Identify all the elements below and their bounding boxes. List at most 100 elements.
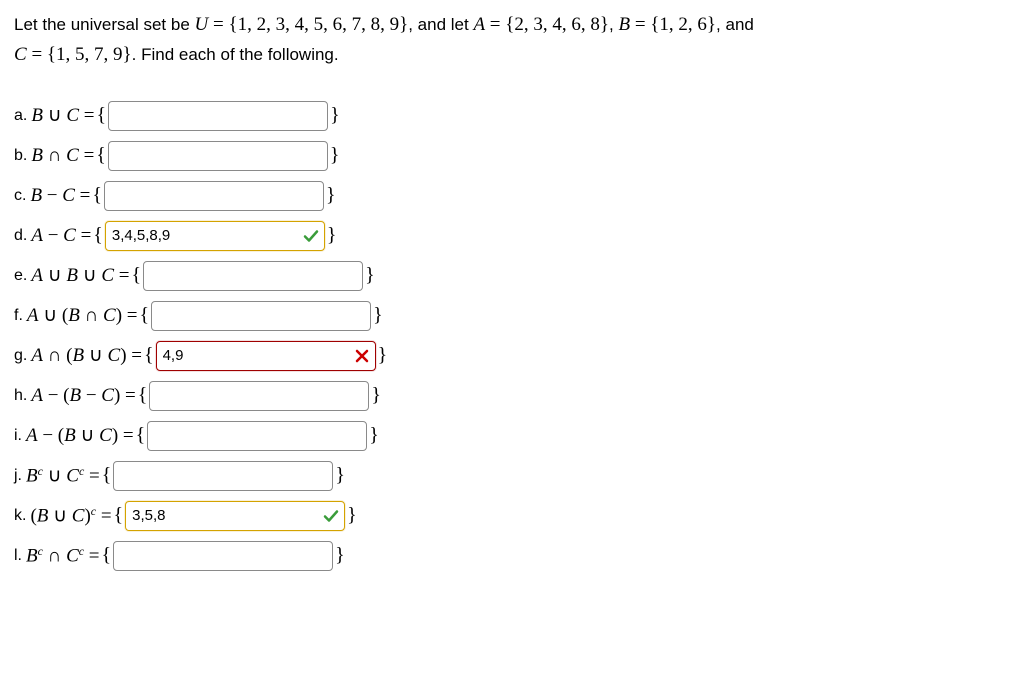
part-letter: a. — [14, 107, 27, 125]
part-row: k. (B ∪ C)c = {} — [14, 499, 1010, 533]
text: Let the universal set be — [14, 15, 195, 34]
answer-input[interactable] — [125, 501, 345, 531]
part-row: g. A ∩ (B ∪ C) = {} — [14, 339, 1010, 373]
part-row: b. B ∩ C = {} — [14, 139, 1010, 173]
open-brace: { — [138, 304, 152, 327]
answer-input[interactable] — [108, 141, 328, 171]
part-letter: g. — [14, 347, 27, 365]
part-letter: k. — [14, 507, 26, 525]
answer-input-wrap — [113, 461, 333, 491]
part-expression: B ∩ C = — [31, 145, 94, 167]
part-label: i. A − (B ∪ C) = { — [14, 424, 147, 447]
part-letter: j. — [14, 467, 22, 485]
open-brace: { — [129, 264, 143, 287]
part-letter: f. — [14, 307, 23, 325]
part-label: d. A − C = { — [14, 224, 105, 247]
part-expression: A − (B − C) = — [31, 385, 135, 407]
part-row: j. Bc ∪ Cc = {} — [14, 459, 1010, 493]
open-brace: { — [90, 184, 104, 207]
answer-input[interactable] — [113, 541, 333, 571]
part-label: k. (B ∪ C)c = { — [14, 504, 125, 528]
answer-input[interactable] — [143, 261, 363, 291]
part-expression: Bc ∪ Cc = — [26, 464, 100, 488]
answer-input-wrap — [104, 181, 324, 211]
part-letter: e. — [14, 267, 27, 285]
part-label: e. A ∪ B ∪ C = { — [14, 264, 143, 287]
part-row: h. A − (B − C) = {} — [14, 379, 1010, 413]
part-label: f. A ∪ (B ∩ C) = { — [14, 304, 151, 327]
answer-input[interactable] — [147, 421, 367, 451]
part-row: d. A − C = {} — [14, 219, 1010, 253]
sym-U: U — [195, 14, 209, 35]
close-brace: } — [324, 184, 338, 207]
part-row: e. A ∪ B ∪ C = {} — [14, 259, 1010, 293]
problem-statement: Let the universal set be U = {1, 2, 3, 4… — [14, 10, 1010, 71]
answer-input[interactable] — [156, 341, 376, 371]
close-brace: } — [363, 264, 377, 287]
sym-A: A — [473, 14, 485, 35]
part-expression: Bc ∩ Cc = — [26, 544, 100, 568]
answer-input[interactable] — [149, 381, 369, 411]
part-label: b. B ∩ C = { — [14, 144, 108, 167]
part-row: a. B ∪ C = {} — [14, 99, 1010, 133]
open-brace: { — [112, 504, 126, 527]
open-brace: { — [134, 424, 148, 447]
part-label: h. A − (B − C) = { — [14, 384, 149, 407]
text: , and — [716, 15, 754, 34]
part-expression: A ∪ (B ∩ C) = — [27, 304, 138, 327]
close-brace: } — [369, 384, 383, 407]
close-brace: } — [376, 344, 390, 367]
set-C: = {1, 5, 7, 9} — [27, 44, 132, 65]
part-label: g. A ∩ (B ∪ C) = { — [14, 344, 156, 367]
part-label: a. B ∪ C = { — [14, 104, 108, 127]
open-brace: { — [94, 104, 108, 127]
part-expression: A ∪ B ∪ C = — [31, 264, 129, 287]
sym-B: B — [618, 14, 630, 35]
answer-input[interactable] — [104, 181, 324, 211]
part-label: j. Bc ∪ Cc = { — [14, 464, 113, 488]
close-brace: } — [333, 544, 347, 567]
part-expression: B ∪ C = — [31, 104, 94, 127]
part-expression: B − C = — [30, 185, 90, 207]
answer-input-wrap — [108, 101, 328, 131]
part-letter: b. — [14, 147, 27, 165]
set-B: = {1, 2, 6} — [630, 14, 716, 35]
answer-input-wrap — [147, 421, 367, 451]
answer-input-wrap — [149, 381, 369, 411]
answer-input[interactable] — [113, 461, 333, 491]
open-brace: { — [94, 144, 108, 167]
part-letter: i. — [14, 427, 22, 445]
close-brace: } — [367, 424, 381, 447]
close-brace: } — [328, 144, 342, 167]
part-row: c. B − C = {} — [14, 179, 1010, 213]
answer-input-wrap — [125, 501, 345, 531]
part-expression: A − (B ∪ C) = — [26, 424, 134, 447]
part-label: c. B − C = { — [14, 184, 104, 207]
part-expression: (B ∪ C)c = — [30, 504, 111, 528]
answer-input-wrap — [113, 541, 333, 571]
answer-input[interactable] — [105, 221, 325, 251]
set-A: = {2, 3, 4, 6, 8} — [485, 14, 609, 35]
part-letter: h. — [14, 387, 27, 405]
parts-list: a. B ∪ C = {}b. B ∩ C = {}c. B − C = {}d… — [14, 99, 1010, 573]
sym-C: C — [14, 44, 27, 65]
answer-input-wrap — [151, 301, 371, 331]
open-brace: { — [100, 544, 114, 567]
close-brace: } — [345, 504, 359, 527]
answer-input[interactable] — [108, 101, 328, 131]
part-letter: c. — [14, 187, 26, 205]
part-expression: A ∩ (B ∪ C) = — [31, 344, 142, 367]
part-row: i. A − (B ∪ C) = {} — [14, 419, 1010, 453]
part-label: l. Bc ∩ Cc = { — [14, 544, 113, 568]
open-brace: { — [142, 344, 156, 367]
answer-input-wrap — [108, 141, 328, 171]
close-brace: } — [325, 224, 339, 247]
part-letter: d. — [14, 227, 27, 245]
part-expression: A − C = — [31, 225, 91, 247]
answer-input[interactable] — [151, 301, 371, 331]
part-letter: l. — [14, 547, 22, 565]
part-row: f. A ∪ (B ∩ C) = {} — [14, 299, 1010, 333]
open-brace: { — [91, 224, 105, 247]
open-brace: { — [136, 384, 150, 407]
open-brace: { — [100, 464, 114, 487]
